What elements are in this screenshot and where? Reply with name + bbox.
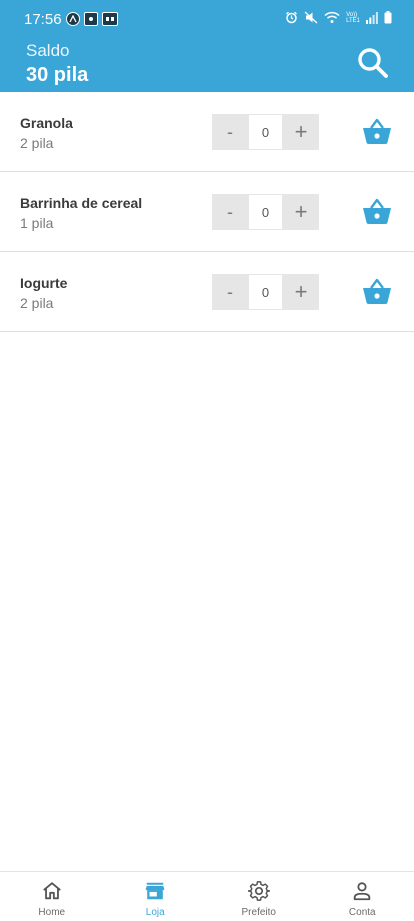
- product-price: 2 pila: [20, 295, 54, 311]
- product-name: Iogurte: [20, 275, 68, 291]
- list-item: Granola 2 pila - +: [0, 92, 414, 172]
- home-icon: [42, 882, 61, 900]
- increment-button[interactable]: +: [283, 114, 319, 150]
- quantity-field[interactable]: [248, 114, 283, 150]
- nav-label-conta: Conta: [348, 907, 376, 918]
- network-label-bottom: LTE1: [346, 17, 360, 24]
- store-icon: [146, 882, 165, 900]
- person-icon: [354, 882, 371, 901]
- nav-item-prefeito[interactable]: Prefeito: [207, 872, 311, 921]
- nav-item-loja[interactable]: Loja: [104, 872, 208, 921]
- decrement-button[interactable]: -: [212, 194, 248, 230]
- nav-label-loja: Loja: [145, 907, 165, 918]
- nav-label-home: Home: [38, 907, 66, 918]
- bottom-nav: Home Loja Prefeito Conta: [0, 871, 414, 921]
- nav-item-conta[interactable]: Conta: [311, 872, 414, 921]
- app-icon: [102, 12, 118, 26]
- product-price: 1 pila: [20, 215, 54, 231]
- gear-icon: [247, 881, 270, 901]
- status-time: 17:56: [24, 11, 62, 28]
- basket-icon: [363, 118, 391, 144]
- decrement-button[interactable]: -: [212, 274, 248, 310]
- basket-icon: [363, 278, 391, 304]
- quantity-stepper: - +: [212, 114, 319, 150]
- product-price: 2 pila: [20, 135, 54, 151]
- basket-icon: [363, 198, 391, 224]
- notification-icon: [84, 12, 98, 26]
- product-list: Granola 2 pila - + Barrinha de cereal 1 …: [0, 92, 414, 332]
- add-to-basket-button[interactable]: [361, 196, 393, 228]
- alarm-icon: [286, 11, 298, 24]
- app-header: 17:56 Vo)) LTE1 Saldo 30 pila: [0, 0, 414, 92]
- quantity-field[interactable]: [248, 274, 283, 310]
- increment-button[interactable]: +: [283, 194, 319, 230]
- nav-item-home[interactable]: Home: [0, 872, 104, 921]
- add-to-basket-button[interactable]: [361, 116, 393, 148]
- status-left-icons: [66, 12, 118, 26]
- decrement-button[interactable]: -: [212, 114, 248, 150]
- signal-icon: [366, 11, 378, 24]
- app-root: 17:56 Vo)) LTE1 Saldo 30 pila Granola 2 …: [0, 0, 414, 921]
- add-to-basket-button[interactable]: [361, 276, 393, 308]
- product-name: Barrinha de cereal: [20, 195, 143, 211]
- list-item: Iogurte 2 pila - +: [0, 252, 414, 332]
- quantity-stepper: - +: [212, 194, 319, 230]
- wifi-icon: [324, 11, 340, 23]
- search-icon: [358, 48, 388, 78]
- quantity-field[interactable]: [248, 194, 283, 230]
- status-bar: 17:56 Vo)) LTE1: [0, 0, 414, 38]
- balance-value: 30 pila: [26, 64, 89, 86]
- product-name: Granola: [20, 115, 73, 131]
- quantity-stepper: - +: [212, 274, 319, 310]
- nav-label-prefeito: Prefeito: [241, 907, 276, 918]
- network-label: Vo)) LTE1: [346, 12, 360, 24]
- mute-icon: [304, 11, 318, 24]
- battery-icon: [384, 11, 392, 24]
- increment-button[interactable]: +: [283, 274, 319, 310]
- a-icon: [66, 12, 80, 26]
- search-button[interactable]: [356, 46, 390, 80]
- balance-label: Saldo: [26, 41, 70, 60]
- status-right-icons: Vo)) LTE1: [285, 11, 392, 24]
- list-item: Barrinha de cereal 1 pila - +: [0, 172, 414, 252]
